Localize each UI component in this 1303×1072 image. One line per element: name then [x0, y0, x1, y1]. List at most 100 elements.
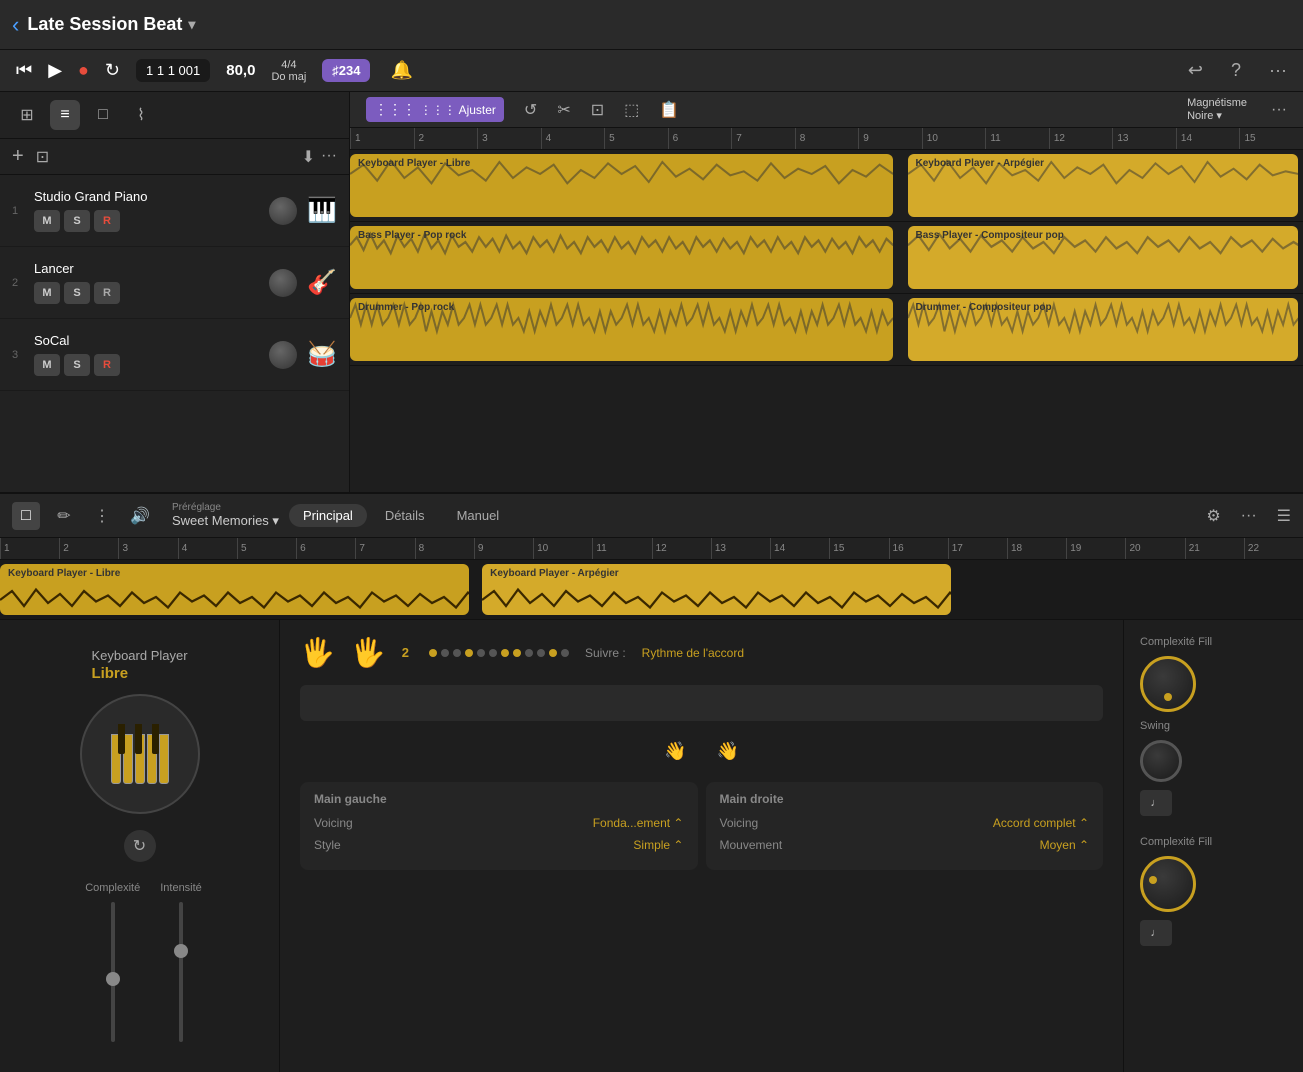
tab-manuel[interactable]: Manuel	[443, 504, 514, 527]
record-arm-button-1[interactable]: R	[94, 210, 120, 232]
editor-more-button[interactable]: ···	[1241, 507, 1257, 525]
solo-button-1[interactable]: S	[64, 210, 90, 232]
mini-ruler-8: 8	[415, 538, 474, 559]
solo-button-3[interactable]: S	[64, 354, 90, 376]
dot-9	[525, 649, 533, 657]
mini-ruler-6: 6	[296, 538, 355, 559]
track-area: ⋮⋮⋮ ⋮⋮⋮ Ajuster ↺ ✂ ⊡ ⬚ 📋 Magnétisme Noi…	[350, 92, 1303, 492]
editor-settings-button[interactable]: ⚙	[1206, 506, 1220, 526]
undo-button[interactable]: ↩	[1188, 60, 1203, 81]
duplicate-track-button[interactable]: ⊡	[36, 147, 49, 167]
intensity-slider-col: Intensité	[160, 882, 202, 1042]
dot-3	[453, 649, 461, 657]
tempo-display: 80,0	[226, 62, 255, 79]
loop-tool-button[interactable]: ⬚	[624, 100, 639, 120]
time-sig-top: 4/4	[281, 59, 296, 71]
resize-tool-button[interactable]: ⊡	[591, 100, 604, 120]
track-controls-header: + ⊡ ⬇ ···	[0, 139, 349, 175]
preset-name[interactable]: Sweet Memories ▾	[172, 513, 279, 529]
swing-value: ♩	[1140, 790, 1172, 816]
pencil-button[interactable]: ⌇	[126, 100, 156, 130]
editor-pencil-button[interactable]: ✏	[50, 502, 78, 530]
track-number-2: 2	[12, 277, 26, 289]
adjust-tool-button[interactable]: ⋮⋮⋮ ⋮⋮⋮ Ajuster	[366, 97, 504, 122]
list-view-button[interactable]: ≡	[50, 100, 80, 130]
project-chevron[interactable]: ▾	[188, 16, 195, 33]
editor-view-button[interactable]: □	[12, 502, 40, 530]
mute-button-1[interactable]: M	[34, 210, 60, 232]
mini-ruler-12: 12	[652, 538, 711, 559]
mini-ruler-3: 3	[118, 538, 177, 559]
help-button[interactable]: ?	[1231, 60, 1241, 81]
dot-5	[477, 649, 485, 657]
more-tracks-button[interactable]: ···	[321, 147, 337, 167]
segment-drummer-compositeur[interactable]: Drummer - Compositeur pop	[908, 298, 1299, 361]
key-badge[interactable]: ♯234	[322, 59, 370, 82]
left-voicing-value[interactable]: Fonda...ement ⌃	[593, 816, 684, 830]
window-button[interactable]: □	[88, 100, 118, 130]
record-arm-button-3[interactable]: R	[94, 354, 120, 376]
tempo-value: 80,0	[226, 62, 255, 79]
solo-button-2[interactable]: S	[64, 282, 90, 304]
complexity-fill-knob-2[interactable]	[1140, 856, 1196, 912]
copy-tool-button[interactable]: 📋	[659, 100, 679, 120]
track-knob-3[interactable]	[269, 341, 297, 369]
ruler-mark-10: 10	[922, 128, 986, 149]
tracks-more-button[interactable]: ···	[1271, 101, 1287, 119]
complexity-track[interactable]	[111, 902, 115, 1042]
editor-midi-button[interactable]: ⋮	[88, 502, 116, 530]
track-knob-2[interactable]	[269, 269, 297, 297]
track-name-3: SoCal	[34, 333, 259, 348]
scissors-tool-button[interactable]: ✂	[557, 100, 570, 120]
complexity-fill-knob-1[interactable]	[1140, 656, 1196, 712]
mute-button-2[interactable]: M	[34, 282, 60, 304]
tab-details[interactable]: Détails	[371, 504, 439, 527]
add-track-button[interactable]: +	[12, 145, 24, 168]
segment-keyboard-arpegier[interactable]: Keyboard Player - Arpégier	[908, 154, 1299, 217]
track-knob-1[interactable]	[269, 197, 297, 225]
dot-8	[513, 649, 521, 657]
more-button[interactable]: ···	[1269, 60, 1287, 81]
loop-button[interactable]: ↻	[105, 60, 120, 81]
transport-bar: ⏮ ▶ ● ↻ 1 1 1 001 80,0 4/4 Do maj ♯234 🔔…	[0, 50, 1303, 92]
segment-bass-compositeur[interactable]: Bass Player - Compositeur pop	[908, 226, 1299, 289]
editor-list-button[interactable]: ☰	[1277, 506, 1291, 526]
grid-view-button[interactable]: ⊞	[12, 100, 42, 130]
left-style-value[interactable]: Simple ⌃	[633, 838, 683, 852]
complexity-thumb[interactable]	[106, 972, 120, 986]
play-button[interactable]: ▶	[48, 60, 62, 81]
intensity-track[interactable]	[179, 902, 183, 1042]
main-layout: ⊞ ≡ □ ⌇ + ⊡ ⬇ ··· 1 Studio Grand Piano M…	[0, 92, 1303, 492]
track-icon-drums: 🥁	[307, 340, 337, 369]
main-controls-panel: 🖐 🖐 2 Suivre : R	[280, 620, 1123, 1072]
record-arm-button-2[interactable]: R	[94, 282, 120, 304]
rewind-button[interactable]: ⏮	[16, 60, 32, 81]
mute-button-3[interactable]: M	[34, 354, 60, 376]
editor-volume-button[interactable]: 🔊	[126, 502, 154, 530]
refresh-button[interactable]: ↻	[124, 830, 156, 862]
right-hand-icon: 🖐	[351, 636, 386, 669]
left-style-row: Style Simple ⌃	[314, 838, 684, 852]
right-mouvement-value[interactable]: Moyen ⌃	[1040, 838, 1089, 852]
download-button[interactable]: ⬇	[302, 147, 315, 167]
segment-drummer-poprock[interactable]: Drummer - Pop rock	[350, 298, 893, 361]
segment-keyboard-libre[interactable]: Keyboard Player - Libre	[350, 154, 893, 217]
style-selector[interactable]	[300, 685, 1103, 721]
tab-principal[interactable]: Principal	[289, 504, 367, 527]
project-name: Late Session Beat	[27, 14, 182, 35]
record-button[interactable]: ●	[78, 60, 89, 81]
segment-bass-poprock[interactable]: Bass Player - Pop rock	[350, 226, 893, 289]
intensity-thumb[interactable]	[174, 944, 188, 958]
ruler-mark-7: 7	[731, 128, 795, 149]
ruler-mark-14: 14	[1176, 128, 1240, 149]
position-display: 1 1 1 001	[136, 59, 210, 82]
right-voicing-value[interactable]: Accord complet ⌃	[993, 816, 1089, 830]
cycle-tool-button[interactable]: ↺	[524, 100, 537, 120]
track-number-3: 3	[12, 349, 26, 361]
follow-value[interactable]: Rythme de l'accord	[642, 646, 744, 660]
back-button[interactable]: ‹	[12, 12, 19, 38]
metronome-button[interactable]: 🔔	[390, 60, 412, 81]
ruler-mark-5: 5	[604, 128, 668, 149]
mini-ruler-14: 14	[770, 538, 829, 559]
swing-knob[interactable]	[1140, 740, 1182, 782]
